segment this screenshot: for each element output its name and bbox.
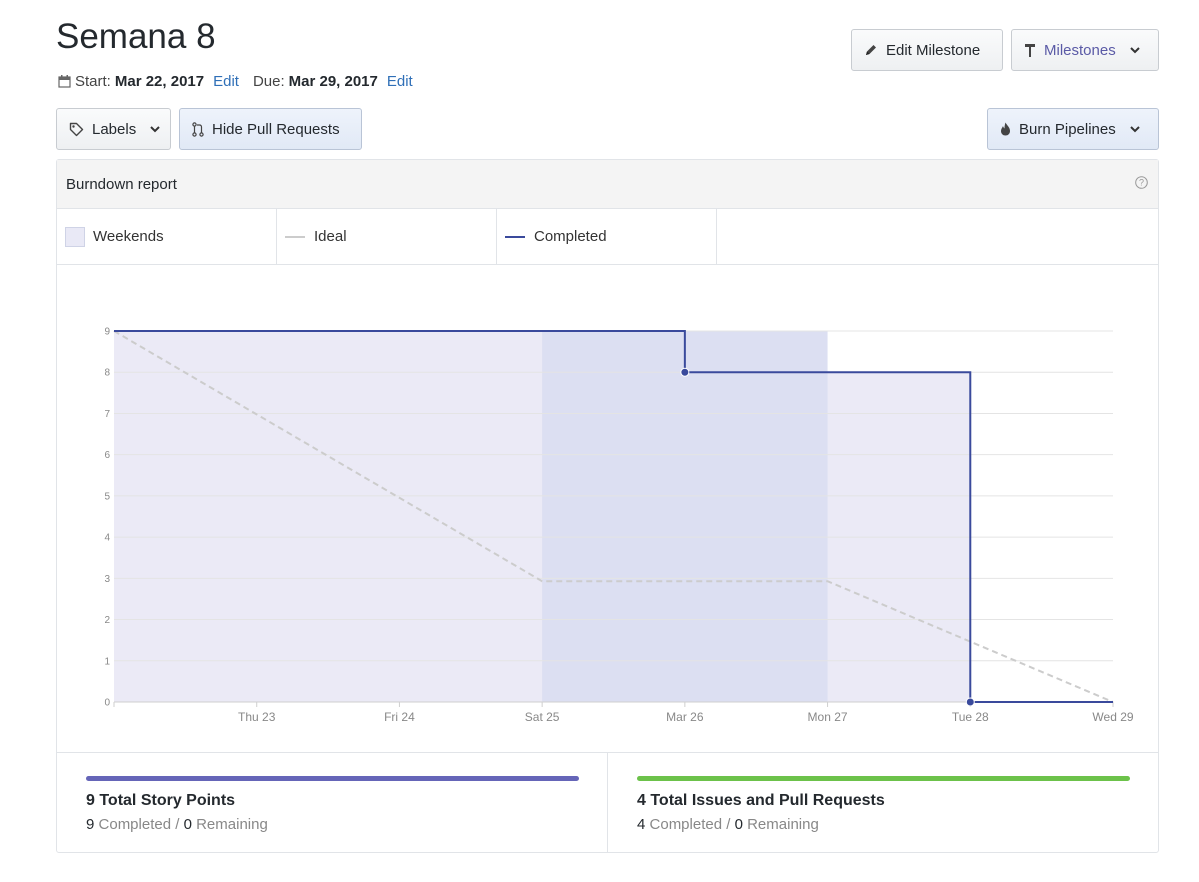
stats-row: 9 Total Story Points 9 Completed / 0 Rem…	[57, 752, 1158, 852]
y-tick-label: 7	[104, 409, 110, 420]
completed-point	[965, 697, 975, 707]
chart-legend: Weekends Ideal Completed	[57, 209, 1158, 265]
labels-dropdown[interactable]: Labels	[56, 108, 171, 150]
issues-title: 4 Total Issues and Pull Requests	[637, 792, 885, 809]
burn-pipelines-dropdown[interactable]: Burn Pipelines	[987, 108, 1159, 150]
x-tick-label: Sat 25	[525, 710, 560, 724]
issues-separator: /	[726, 816, 731, 833]
page-title: Semana 8	[56, 17, 216, 56]
x-tick-label: Tue 28	[952, 710, 989, 724]
milestone-icon	[1024, 43, 1036, 57]
legend-completed-label: Completed	[534, 228, 607, 245]
legend-weekends[interactable]: Weekends	[57, 209, 277, 264]
x-tick-label: Mon 27	[808, 710, 848, 724]
legend-ideal-label: Ideal	[314, 228, 347, 245]
issues-completed-label: Completed	[649, 816, 723, 833]
story-points-summary: 9 Completed / 0 Remaining	[86, 816, 607, 833]
due-date: Mar 29, 2017	[288, 73, 378, 90]
x-tick-label: Thu 23	[238, 710, 276, 724]
story-points-completed: 9	[86, 816, 95, 833]
x-tick-label: Fri 24	[384, 710, 415, 724]
burndown-chart: 0 1 2 3 4 5 6 7 8 9 Thu 23 Fri 24 Sat 25 Mar 26 Mon 27…	[104, 327, 1133, 725]
start-label: Start:	[75, 73, 111, 90]
chart-area: 0 1 2 3 4 5 6 7 8 9 Thu 23 Fri 24 Sat 25 Mar 26 Mon 27…	[57, 265, 1158, 753]
completed-point	[680, 367, 690, 377]
issues-summary: 4 Completed / 0 Remaining	[637, 816, 1157, 833]
tag-icon	[69, 122, 84, 137]
story-points-completed-label: Completed	[98, 816, 172, 833]
y-tick-label: 3	[104, 574, 110, 585]
calendar-icon	[58, 75, 71, 88]
weekend-band	[542, 331, 828, 702]
due-label: Due:	[252, 73, 285, 90]
y-tick-label: 4	[104, 533, 110, 544]
legend-ideal[interactable]: Ideal	[277, 209, 497, 264]
pencil-icon	[864, 43, 878, 57]
panel-header: Burndown report ?	[57, 160, 1158, 209]
chevron-down-icon	[1129, 46, 1140, 54]
story-points-separator: /	[175, 816, 180, 833]
chevron-down-icon	[1130, 125, 1140, 133]
story-points-title: 9 Total Story Points	[86, 792, 236, 809]
completed-swatch	[505, 235, 525, 238]
legend-completed[interactable]: Completed	[497, 209, 717, 264]
milestones-dropdown[interactable]: Milestones	[1011, 29, 1159, 71]
edit-due-link[interactable]: Edit	[387, 73, 413, 90]
help-icon[interactable]: ?	[1135, 176, 1148, 189]
issues-stat: 4 Total Issues and Pull Requests 4 Compl…	[607, 753, 1157, 852]
report-title: Burndown report	[66, 175, 177, 193]
milestones-label: Milestones	[1044, 41, 1116, 59]
burn-pipelines-label: Burn Pipelines	[1019, 120, 1116, 138]
y-tick-label: 9	[104, 327, 110, 338]
ideal-swatch	[285, 235, 305, 238]
svg-text:?: ?	[1139, 178, 1144, 188]
y-tick-label: 2	[104, 615, 110, 626]
labels-label: Labels	[92, 120, 137, 138]
y-tick-label: 1	[104, 656, 110, 667]
hide-pull-requests-button[interactable]: Hide Pull Requests	[179, 108, 362, 150]
story-points-stat: 9 Total Story Points 9 Completed / 0 Rem…	[57, 753, 607, 852]
legend-weekends-label: Weekends	[93, 228, 164, 245]
milestone-dates: Start: Mar 22, 2017 Edit Due: Mar 29, 20…	[58, 73, 427, 90]
x-tick-label: Mar 26	[666, 710, 704, 724]
flame-icon	[1000, 122, 1011, 136]
y-tick-label: 0	[104, 698, 110, 709]
edit-milestone-button[interactable]: Edit Milestone	[851, 29, 1003, 71]
x-tick-label: Wed 29	[1092, 710, 1133, 724]
issues-bar	[637, 776, 1130, 781]
story-points-bar	[86, 776, 579, 781]
story-points-remaining: 0	[183, 816, 192, 833]
y-tick-label: 6	[104, 450, 110, 461]
edit-milestone-label: Edit Milestone	[886, 41, 981, 59]
pull-request-icon	[192, 121, 204, 137]
weekends-swatch	[65, 226, 85, 247]
edit-start-link[interactable]: Edit	[213, 73, 239, 90]
story-points-remaining-label: Remaining	[196, 816, 268, 833]
chevron-down-icon	[150, 125, 160, 133]
issues-remaining: 0	[734, 816, 743, 833]
y-tick-label: 8	[104, 368, 110, 379]
issues-remaining-label: Remaining	[747, 816, 819, 833]
start-date: Mar 22, 2017	[114, 73, 205, 90]
y-tick-label: 5	[104, 491, 110, 502]
issues-completed: 4	[637, 816, 646, 833]
burndown-panel: Burndown report ? Weekends Ideal Complet…	[56, 159, 1159, 853]
hide-pull-requests-label: Hide Pull Requests	[212, 120, 340, 138]
